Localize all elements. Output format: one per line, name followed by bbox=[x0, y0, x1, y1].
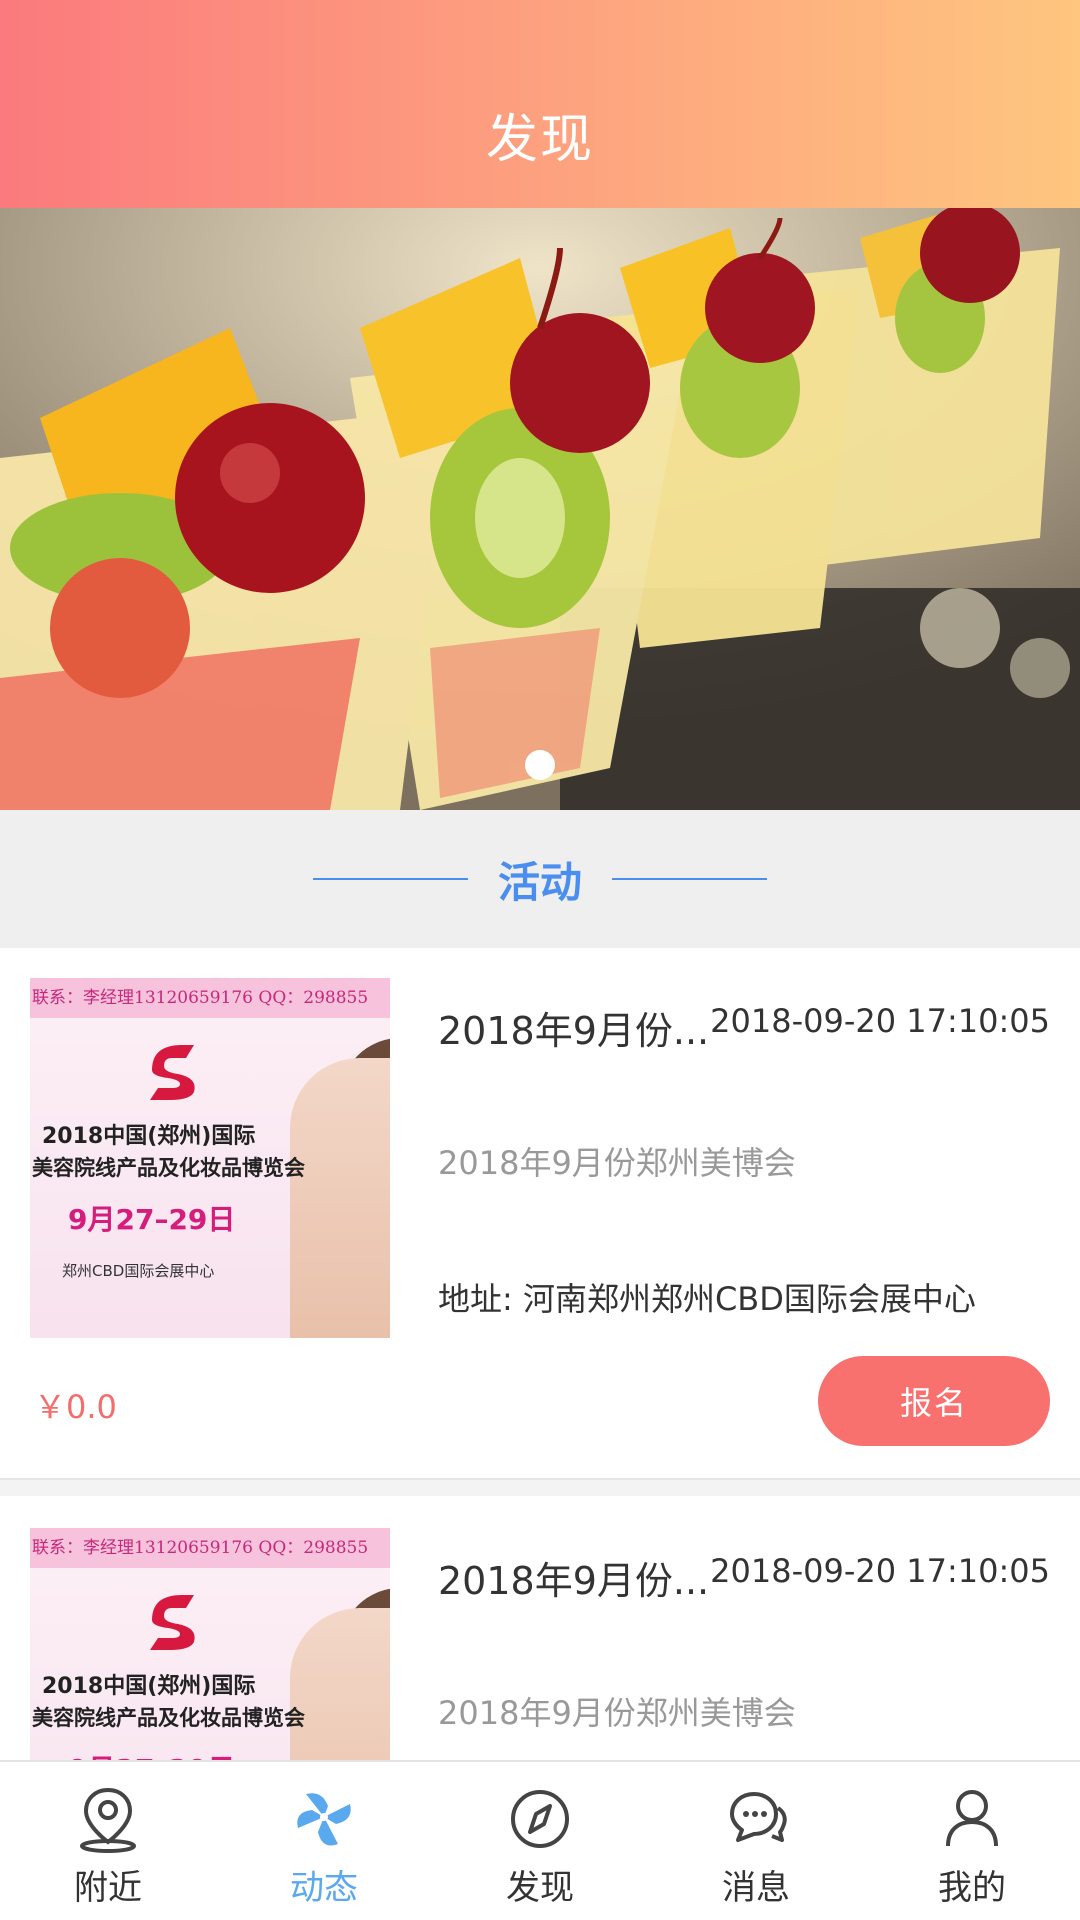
tab-label: 消息 bbox=[722, 1868, 790, 1908]
activity-address: 地址: 河南郑州郑州CBD国际会展中心 bbox=[438, 1280, 976, 1318]
poster-model-face bbox=[290, 1058, 390, 1338]
poster-contact: 联系：李经理13120659176 QQ：298855 bbox=[30, 978, 390, 1018]
poster-contact: 联系：李经理13120659176 QQ：298855 bbox=[30, 1528, 390, 1568]
activity-poster-image: 联系：李经理13120659176 QQ：298855 2018中国(郑州)国际… bbox=[30, 1528, 390, 1760]
activity-time: 2018-09-20 17:10:05 bbox=[710, 1552, 1050, 1590]
poster-dates: 9月27–29日 bbox=[68, 1748, 235, 1760]
activity-time: 2018-09-20 17:10:05 bbox=[710, 1002, 1050, 1040]
user-icon bbox=[946, 1790, 998, 1847]
chat-bubbles-icon bbox=[730, 1792, 787, 1842]
tab-messages[interactable]: 消息 bbox=[648, 1762, 864, 1920]
activity-subtitle: 2018年9月份郑州美博会 bbox=[438, 1694, 796, 1732]
tab-label: 动态 bbox=[290, 1868, 358, 1908]
page-title: 发现 bbox=[485, 109, 594, 170]
signup-button[interactable]: 报名 bbox=[818, 1356, 1050, 1446]
poster-headline-1: 2018中国(郑州)国际 bbox=[42, 1124, 256, 1149]
activity-price: ￥0.0 bbox=[34, 1388, 117, 1426]
tab-label: 我的 bbox=[938, 1868, 1006, 1908]
banner-carousel[interactable] bbox=[0, 208, 1080, 810]
page-header: 发现 bbox=[0, 0, 1080, 208]
tab-profile[interactable]: 我的 bbox=[864, 1762, 1080, 1920]
poster-headline-2: 美容院线产品及化妆品博览会 bbox=[32, 1706, 305, 1730]
tab-nearby[interactable]: 附近 bbox=[0, 1762, 216, 1920]
tab-label: 发现 bbox=[506, 1868, 574, 1908]
poster-venue: 郑州CBD国际会展中心 bbox=[62, 1262, 215, 1280]
section-divider-right bbox=[612, 878, 767, 880]
poster-logo-icon bbox=[150, 1045, 195, 1100]
activity-card[interactable]: 联系：李经理13120659176 QQ：298855 2018中国(郑州)国际… bbox=[0, 1496, 1080, 1760]
tab-discover[interactable]: 发现 bbox=[432, 1762, 648, 1920]
poster-logo-icon bbox=[150, 1595, 195, 1650]
banner-image bbox=[0, 208, 1080, 810]
activity-subtitle: 2018年9月份郑州美博会 bbox=[438, 1144, 796, 1182]
activities-section-header: 活动 bbox=[0, 810, 1080, 948]
section-title: 活动 bbox=[497, 857, 582, 907]
activity-title: 2018年9月份... bbox=[438, 1009, 710, 1053]
poster-headline-2: 美容院线产品及化妆品博览会 bbox=[32, 1156, 305, 1180]
compass-icon bbox=[511, 1790, 569, 1848]
tab-label: 附近 bbox=[74, 1868, 142, 1908]
activity-card[interactable]: 联系：李经理13120659176 QQ：298855 2018中国(郑州)国际… bbox=[0, 948, 1080, 1478]
tab-feed[interactable]: 动态 bbox=[216, 1762, 432, 1920]
poster-model-face bbox=[290, 1608, 390, 1760]
poster-dates: 9月27–29日 bbox=[68, 1203, 236, 1236]
bottom-tab-bar: 附近 动态 发现 消息 我的 bbox=[0, 1760, 1080, 1920]
pinwheel-icon bbox=[297, 1793, 351, 1846]
section-divider-left bbox=[312, 878, 468, 880]
carousel-indicator-dot[interactable] bbox=[525, 750, 555, 780]
location-pin-icon bbox=[80, 1787, 136, 1853]
activity-poster-image: 联系：李经理13120659176 QQ：298855 2018中国(郑州)国际… bbox=[30, 978, 390, 1338]
poster-headline-1: 2018中国(郑州)国际 bbox=[42, 1674, 256, 1699]
activity-title: 2018年9月份... bbox=[438, 1559, 710, 1603]
card-divider bbox=[0, 1478, 1080, 1496]
